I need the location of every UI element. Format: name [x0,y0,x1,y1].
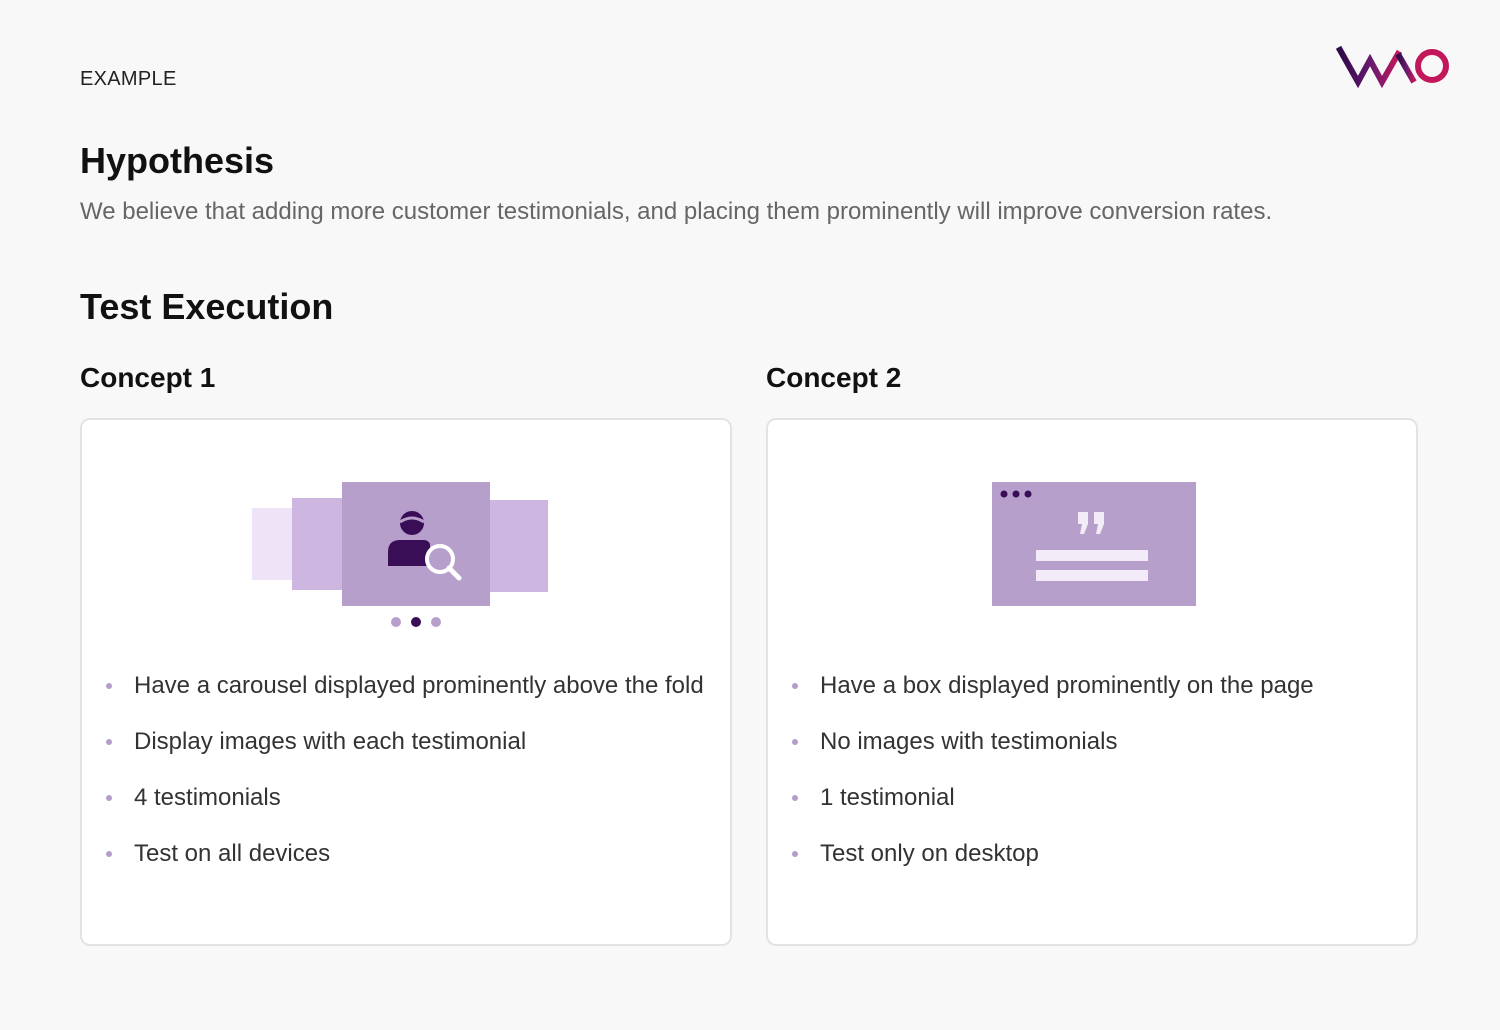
bullet-icon [106,795,112,801]
quote-box-icon [992,482,1196,606]
bullet-icon [106,739,112,745]
list-item: Have a carousel displayed prominently ab… [104,670,704,726]
concept-1-title: Concept 1 [80,362,216,393]
list-item: 4 testimonials [104,782,704,838]
concept-1-list: Have a carousel displayed prominently ab… [104,670,704,894]
list-item: Test only on desktop [790,838,1314,894]
test-execution-title: Test Execution [80,286,334,327]
bullet-icon [106,851,112,857]
bullet-icon [792,683,798,689]
bullet-icon [792,739,798,745]
bullet-icon [792,851,798,857]
concept-2-card: Have a box displayed prominently on the … [766,418,1418,946]
list-item: 1 testimonial [790,782,1314,838]
list-item: Display images with each testimonial [104,726,704,782]
carousel-user-search-icon [252,482,548,627]
eyebrow-label: EXAMPLE [80,68,177,90]
concept-2-list: Have a box displayed prominently on the … [790,670,1314,894]
bullet-icon [106,683,112,689]
concept-2-title: Concept 2 [766,362,902,393]
list-item: No images with testimonials [790,726,1314,782]
hypothesis-text: We believe that adding more customer tes… [80,198,1273,225]
vwo-logo-icon [1336,45,1449,88]
list-item: Test on all devices [104,838,704,894]
list-item: Have a box displayed prominently on the … [790,670,1314,726]
concept-1-card: Have a carousel displayed prominently ab… [80,418,732,946]
hypothesis-title: Hypothesis [80,140,275,181]
bullet-icon [792,795,798,801]
